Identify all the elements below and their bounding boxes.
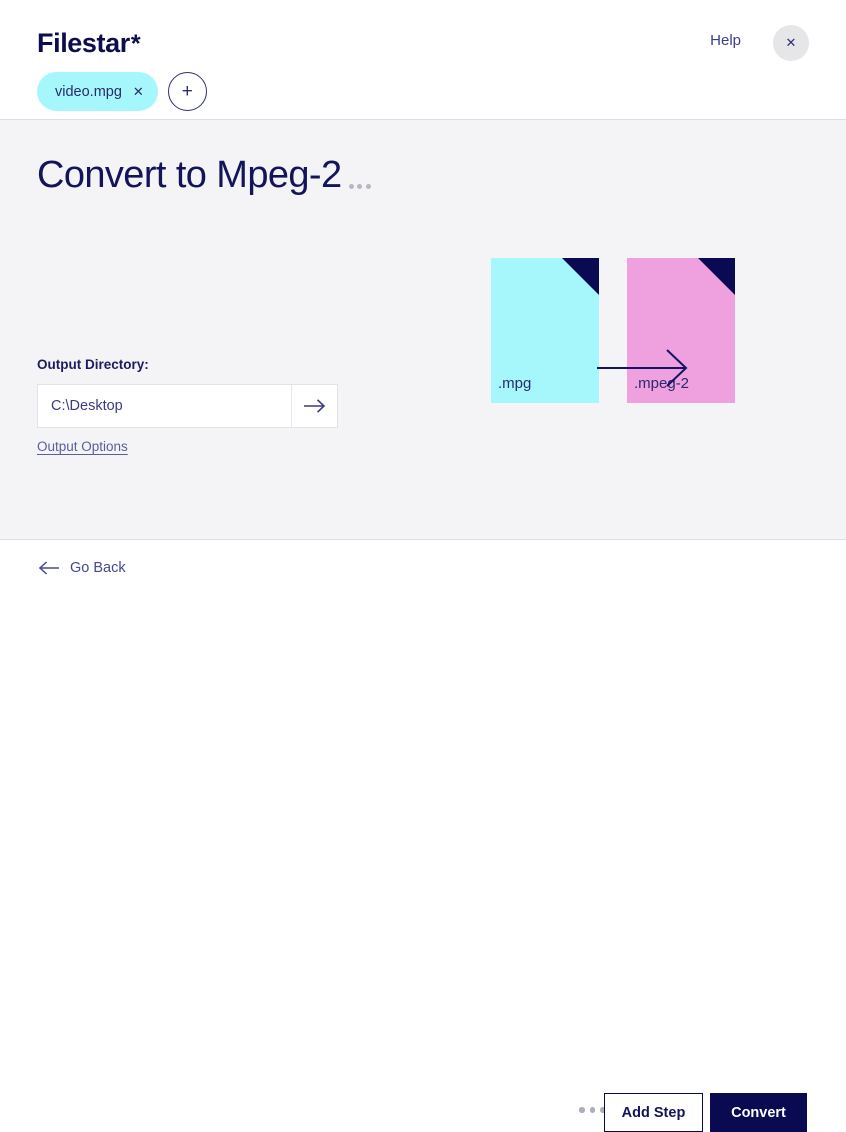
app-footer: Go Back Add Step Convert [0, 541, 846, 1132]
add-file-button[interactable]: + [167, 72, 207, 111]
page-title: Convert to Mpeg-2 [37, 154, 342, 196]
file-corner-fold-icon [698, 258, 735, 295]
close-window-button[interactable]: ✕ [773, 25, 809, 61]
page-title-row: Convert to Mpeg-2 [37, 156, 371, 194]
go-back-button[interactable]: Go Back [39, 560, 126, 576]
dot [357, 184, 363, 189]
file-chip[interactable]: video.mpg ✕ [37, 72, 158, 111]
app-brand-title: Filestar* [37, 28, 141, 59]
output-directory-label: Output Directory: [37, 357, 149, 372]
plus-icon: + [181, 80, 193, 102]
add-step-button[interactable]: Add Step [604, 1093, 703, 1132]
ellipsis-icon[interactable] [348, 184, 371, 189]
convert-button[interactable]: Convert [710, 1093, 807, 1132]
file-corner-fold-icon [562, 258, 599, 295]
arrow-right-icon [303, 399, 325, 413]
arrow-left-icon [39, 561, 59, 575]
file-chip-list: video.mpg ✕ + [37, 72, 207, 111]
dot [348, 184, 354, 189]
dot [579, 1107, 585, 1113]
source-file-extension-label: .mpg [498, 375, 532, 392]
conversion-illustration: .mpg .mpeg-2 [491, 258, 735, 403]
main-content: Convert to Mpeg-2 Output Directory: Outp… [0, 120, 846, 540]
output-directory-browse-button[interactable] [291, 385, 337, 427]
dot [589, 1107, 595, 1113]
file-chip-label: video.mpg [55, 83, 122, 100]
conversion-arrow-icon [597, 349, 688, 387]
output-directory-input[interactable] [38, 385, 291, 427]
go-back-label: Go Back [70, 560, 126, 576]
source-file-graphic: .mpg [491, 258, 599, 403]
remove-file-icon[interactable]: ✕ [133, 85, 144, 98]
close-icon: ✕ [785, 35, 797, 50]
brand-star-icon: * [130, 30, 141, 58]
output-directory-field [37, 384, 338, 428]
output-options-link[interactable]: Output Options [37, 439, 128, 454]
brand-name: Filestar [37, 28, 130, 58]
app-header: Filestar* Help ✕ video.mpg ✕ + [0, 0, 846, 120]
dot [365, 184, 371, 189]
ellipsis-icon[interactable] [579, 1107, 606, 1113]
help-link[interactable]: Help [710, 32, 741, 49]
